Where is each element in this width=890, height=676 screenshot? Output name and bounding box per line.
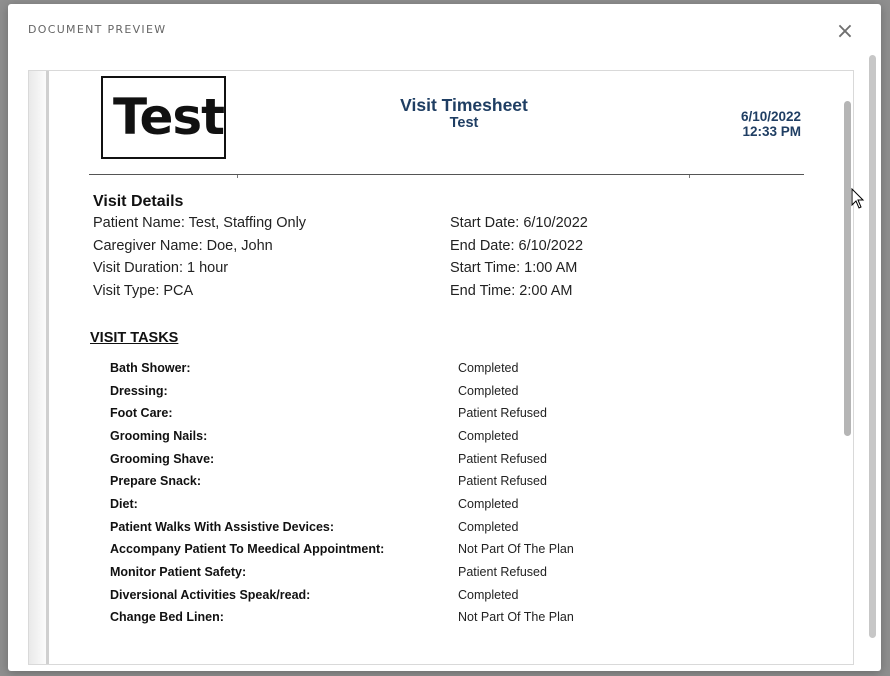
- document-title: Visit Timesheet: [400, 95, 528, 115]
- task-status: Patient Refused: [458, 565, 547, 579]
- modal-scrollbar-thumb[interactable]: [869, 55, 876, 638]
- viewer-scrollbar-thumb[interactable]: [844, 101, 851, 436]
- header-divider: [89, 174, 804, 175]
- modal-title: DOCUMENT PREVIEW: [28, 23, 167, 36]
- task-name: Prepare Snack:: [110, 474, 202, 488]
- task-status: Not Part Of The Plan: [458, 542, 574, 556]
- detail-visit-duration: Visit Duration: 1 hour: [93, 260, 229, 276]
- detail-start-date: Start Date: 6/10/2022: [450, 215, 588, 231]
- task-name: Monitor Patient Safety:: [110, 565, 247, 579]
- visit-details-heading: Visit Details: [93, 193, 184, 210]
- task-status: Completed: [458, 588, 519, 602]
- task-status: Completed: [458, 429, 519, 443]
- task-status: Patient Refused: [458, 474, 547, 488]
- detail-patient-name: Patient Name: Test, Staffing Only: [93, 215, 307, 231]
- task-name: Grooming Shave:: [110, 452, 215, 466]
- task-name: Diversional Activities Speak/read:: [110, 588, 311, 602]
- document-page: Test Visit Timesheet Test 6/10/2022 12:3…: [49, 71, 849, 664]
- document-preview-modal: DOCUMENT PREVIEW × Test Visit Timesheet …: [8, 4, 881, 671]
- task-status: Completed: [458, 497, 519, 511]
- document-viewer[interactable]: Test Visit Timesheet Test 6/10/2022 12:3…: [28, 70, 854, 665]
- task-name: Patient Walks With Assistive Devices:: [110, 520, 335, 534]
- company-logo: Test: [101, 76, 226, 159]
- divider-tick: [689, 175, 690, 178]
- mouse-pointer-icon: [851, 188, 865, 209]
- task-name: Grooming Nails:: [110, 429, 208, 443]
- detail-start-time: Start Time: 1:00 AM: [450, 260, 578, 276]
- task-name: Dressing:: [110, 384, 168, 398]
- task-name: Foot Care:: [110, 406, 173, 420]
- task-status: Patient Refused: [458, 406, 547, 420]
- document-time: 12:33 PM: [742, 124, 801, 139]
- task-status: Completed: [458, 520, 519, 534]
- detail-end-time: End Time: 2:00 AM: [450, 283, 573, 299]
- logo-text: Test: [113, 88, 225, 146]
- detail-end-date: End Date: 6/10/2022: [450, 238, 584, 254]
- task-name: Change Bed Linen:: [110, 610, 224, 624]
- task-status: Completed: [458, 361, 519, 375]
- task-status: Patient Refused: [458, 452, 547, 466]
- detail-caregiver-name: Caregiver Name: Doe, John: [93, 238, 273, 254]
- visit-tasks-heading: VISIT TASKS: [90, 330, 179, 346]
- divider-tick: [237, 175, 238, 178]
- task-status: Completed: [458, 384, 519, 398]
- task-name: Accompany Patient To Meedical Appointmen…: [110, 542, 385, 556]
- task-name: Diet:: [110, 497, 138, 511]
- task-status: Not Part Of The Plan: [458, 610, 574, 624]
- close-icon[interactable]: ×: [835, 21, 855, 43]
- document-date: 6/10/2022: [740, 109, 801, 124]
- detail-visit-type: Visit Type: PCA: [93, 283, 194, 299]
- task-name: Bath Shower:: [110, 361, 191, 375]
- document-subtitle: Test: [449, 115, 479, 131]
